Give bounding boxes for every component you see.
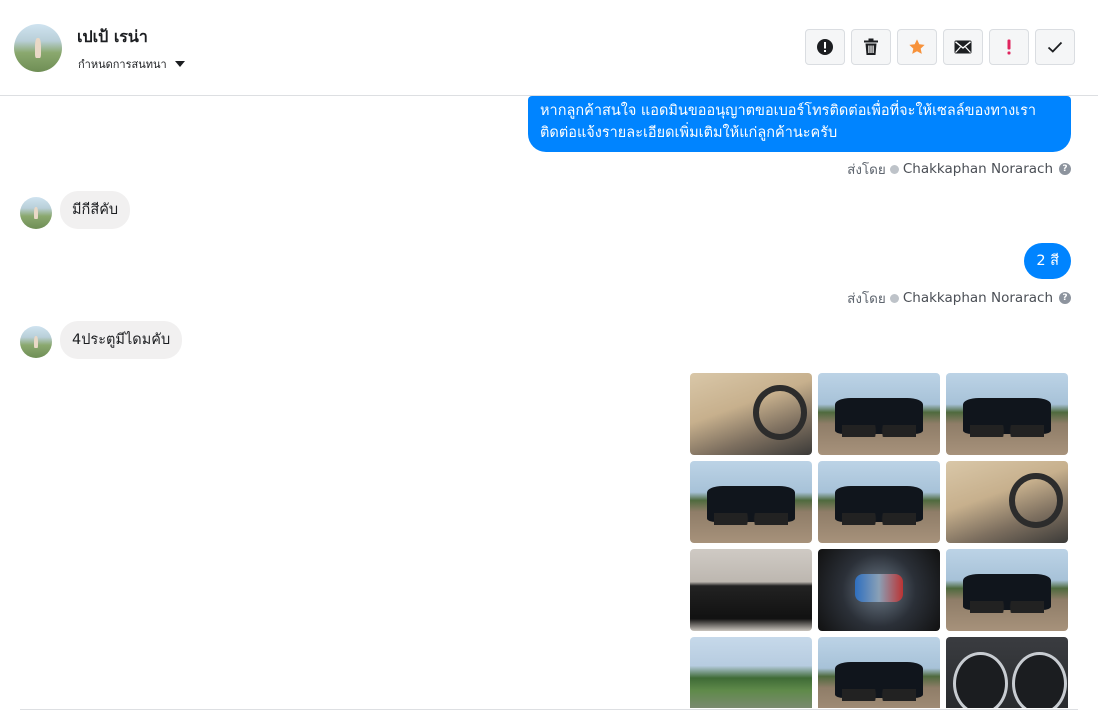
help-icon[interactable]: ? <box>1059 292 1071 304</box>
incoming-message[interactable]: มีกีสีคับ <box>60 191 131 229</box>
photo-thumbnail[interactable] <box>818 461 940 543</box>
contact-avatar-small[interactable] <box>20 326 52 358</box>
exclamation-icon <box>1007 39 1011 55</box>
incoming-message[interactable]: 4ประตูมีไดมคับ <box>60 321 183 359</box>
star-button[interactable] <box>897 29 937 65</box>
photo-attachment-grid <box>690 373 1070 708</box>
photo-thumbnail[interactable] <box>690 461 812 543</box>
envelope-icon <box>954 40 972 54</box>
follow-up-button[interactable] <box>989 29 1029 65</box>
conversation-header: เปเป้ เรน่า กำหนดการสนทนา <box>0 0 1098 96</box>
photo-thumbnail[interactable] <box>818 637 940 708</box>
delete-button[interactable] <box>851 29 891 65</box>
check-icon <box>1047 41 1063 53</box>
outgoing-message[interactable]: หากลูกค้าสนใจ แอดมินขออนุญาตขอเบอร์โทรติ… <box>528 96 1071 152</box>
sent-by-label: ส่งโดย <box>847 291 886 307</box>
sender-name[interactable]: Chakkaphan Norarach <box>903 290 1053 306</box>
mark-spam-button[interactable] <box>805 29 845 65</box>
photo-thumbnail[interactable] <box>818 373 940 455</box>
photo-thumbnail[interactable] <box>690 373 812 455</box>
assign-conversation-dropdown[interactable]: กำหนดการสนทนา <box>78 55 185 73</box>
mark-done-button[interactable] <box>1035 29 1075 65</box>
photo-thumbnail[interactable] <box>818 549 940 631</box>
divider <box>20 709 1078 710</box>
page-badge-icon <box>889 293 899 303</box>
sender-name[interactable]: Chakkaphan Norarach <box>903 161 1053 177</box>
trash-icon <box>864 38 878 55</box>
photo-thumbnail[interactable] <box>946 637 1068 708</box>
contact-avatar-small[interactable] <box>20 197 52 229</box>
page-badge-icon <box>889 164 899 174</box>
message-thread[interactable]: หากลูกค้าสนใจ แอดมินขออนุญาตขอเบอร์โทรติ… <box>0 96 1098 708</box>
outgoing-message[interactable]: 2 สี <box>1024 243 1071 279</box>
photo-thumbnail[interactable] <box>690 637 812 708</box>
contact-name[interactable]: เปเป้ เรน่า <box>77 25 148 50</box>
contact-avatar[interactable] <box>14 24 62 72</box>
star-icon <box>909 39 925 54</box>
photo-thumbnail[interactable] <box>690 549 812 631</box>
mark-unread-button[interactable] <box>943 29 983 65</box>
sent-by-info: ส่งโดย Chakkaphan Norarach ? <box>847 158 1071 180</box>
photo-thumbnail[interactable] <box>946 373 1068 455</box>
assign-conversation-label: กำหนดการสนทนา <box>78 58 167 71</box>
alert-circle-icon <box>817 39 833 55</box>
sent-by-info: ส่งโดย Chakkaphan Norarach ? <box>847 287 1071 309</box>
chevron-down-icon <box>174 61 185 67</box>
help-icon[interactable]: ? <box>1059 163 1071 175</box>
photo-thumbnail[interactable] <box>946 461 1068 543</box>
sent-by-label: ส่งโดย <box>847 162 886 178</box>
conversation-toolbar <box>805 29 1075 65</box>
photo-thumbnail[interactable] <box>946 549 1068 631</box>
